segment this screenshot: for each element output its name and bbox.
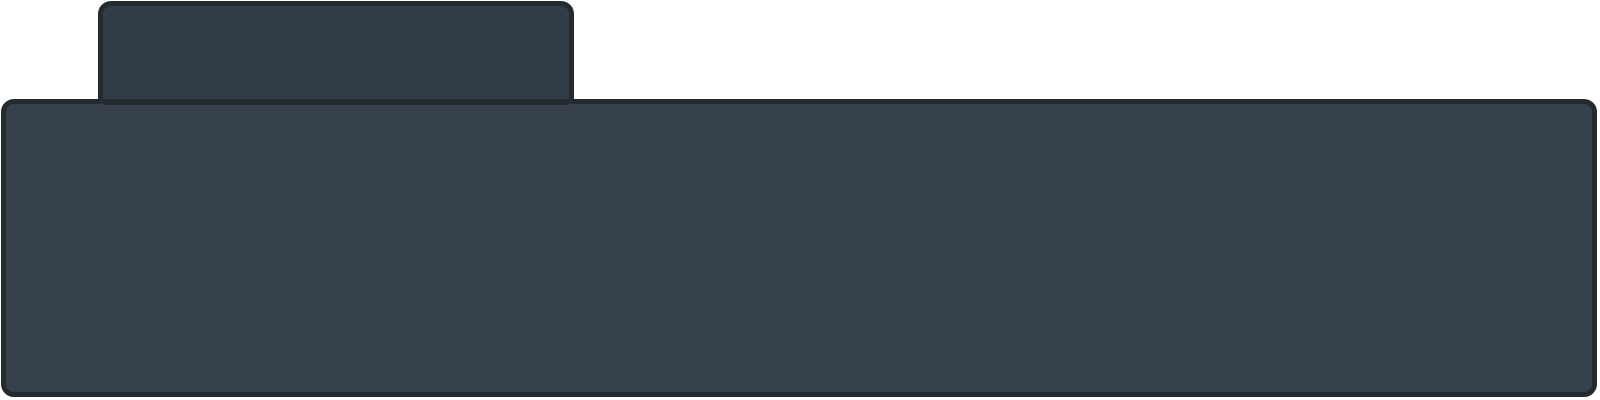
tab-content-panel — [1, 99, 1597, 397]
tabbed-panel-container — [0, 0, 1600, 400]
tab-panel-join-edge — [103, 99, 569, 105]
